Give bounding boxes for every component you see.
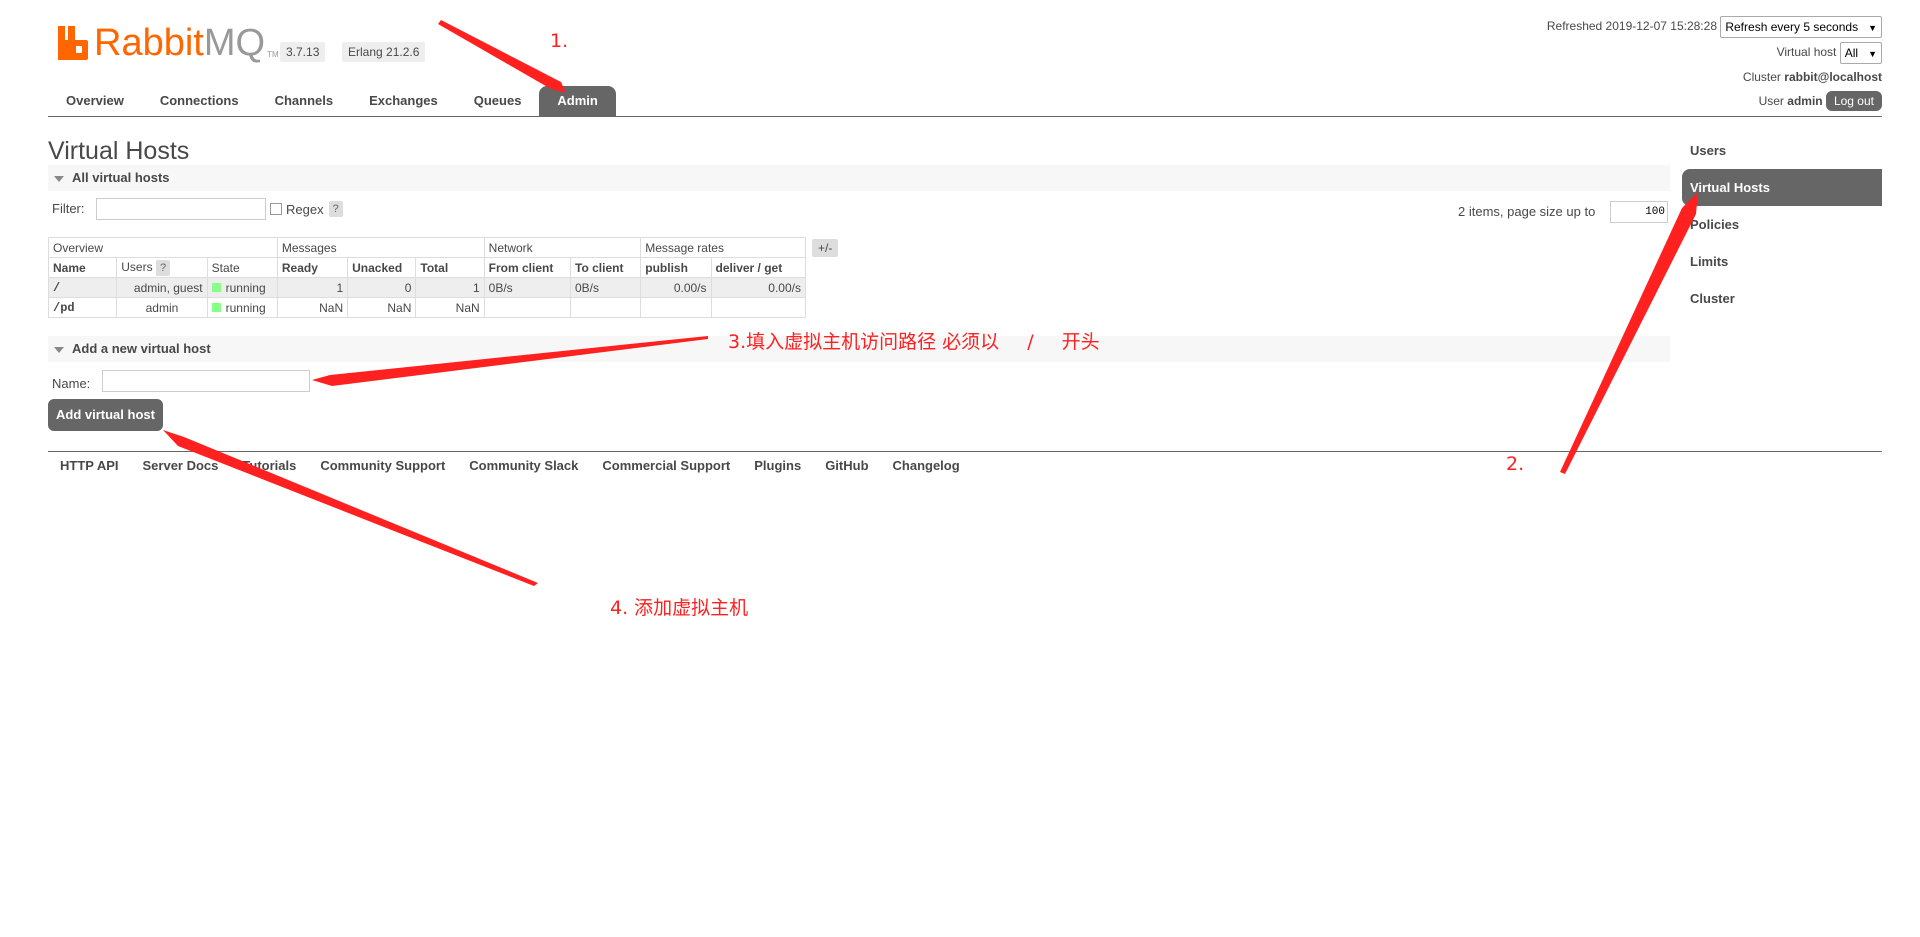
annotation-step-3-text: 3.填入虚拟主机访问路径 必须以 bbox=[728, 331, 1000, 353]
annotation-step-4: 4. 添加虚拟主机 bbox=[610, 597, 749, 619]
annotation-step-3-end: 开头 bbox=[1061, 331, 1100, 353]
annotation-step-1: 1. bbox=[550, 30, 569, 52]
arrow-2-icon bbox=[1560, 192, 1698, 474]
annotation-step-3: 3.填入虚拟主机访问路径 必须以 / 开头 bbox=[728, 327, 1100, 354]
arrow-1-icon bbox=[438, 20, 566, 93]
annotation-overlay bbox=[163, 20, 1698, 586]
annotation-step-3-slash: / bbox=[1027, 331, 1034, 353]
annotation-step-2: 2. bbox=[1506, 453, 1525, 475]
arrow-4-icon bbox=[163, 430, 538, 586]
arrow-3-icon bbox=[312, 336, 708, 386]
